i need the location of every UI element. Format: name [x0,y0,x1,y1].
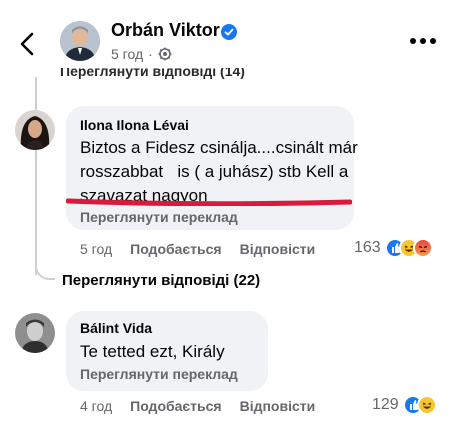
reply-button[interactable]: Відповісти [240,398,316,414]
comment-author[interactable]: Ilona Ilona Lévai [80,117,189,133]
post-subtitle: 5 год · [111,46,172,62]
globe-gear-icon [158,47,172,61]
like-button[interactable]: Подобається [130,241,221,257]
comment-text-line-1: Biztos a Fidesz csinálja....csinált már [80,138,358,157]
reaction-count: 129 [372,396,399,413]
separator-dot: · [148,46,153,62]
back-arrow-icon[interactable] [14,30,42,58]
reactions-summary[interactable]: 163 [354,238,433,258]
haha-reaction-icon [416,395,437,415]
more-options-icon[interactable] [410,38,436,44]
comment-text-line-2: rosszabbat is ( a juhász) stb Kell a [80,162,349,181]
author-name[interactable]: Orbán Viktor [111,20,220,41]
commenter-avatar[interactable] [15,313,55,353]
comment-actions: 5 год Подобається Відповісти [80,241,315,257]
comment-actions: 4 год Подобається Відповісти [80,398,315,414]
view-replies-link-partial[interactable]: Переглянути відповіді (14) [60,68,245,80]
comment-time: 4 год [80,398,113,414]
post-header: Orbán Viktor 5 год · [0,0,450,72]
red-underline-annotation [66,198,352,206]
see-translation-link[interactable]: Переглянути переклад [80,209,238,225]
comment-text: Te tetted ezt, Király [80,342,225,361]
comment-time: 5 год [80,241,113,257]
reactions-summary[interactable]: 129 [372,395,437,415]
reaction-count: 163 [354,239,381,256]
thread-curve [35,260,55,280]
commenter-avatar[interactable] [15,110,55,150]
view-replies-link[interactable]: Переглянути відповіді (22) [62,272,260,289]
author-avatar[interactable] [60,21,100,61]
comment-author[interactable]: Bálint Vida [80,320,152,336]
verified-badge-icon [221,24,237,40]
thread-line [35,77,37,275]
angry-reaction-icon [412,238,433,258]
see-translation-link[interactable]: Переглянути переклад [80,366,238,382]
post-time: 5 год [111,46,144,62]
reply-button[interactable]: Відповісти [240,241,316,257]
like-button[interactable]: Подобається [130,398,221,414]
